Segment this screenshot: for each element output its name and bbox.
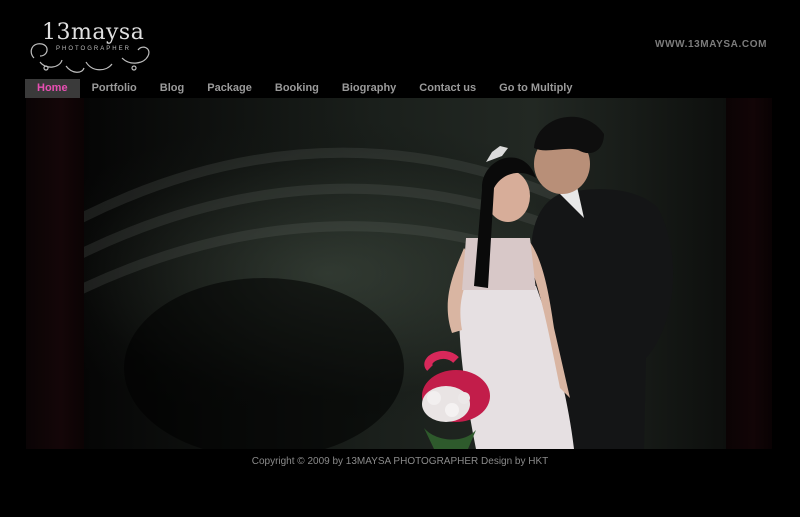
main-nav: Home Portfolio Blog Package Booking Biog…: [25, 79, 583, 98]
site-logo[interactable]: 13maysa PHOTOGRAPHER: [26, 18, 156, 76]
logo-tagline: PHOTOGRAPHER: [56, 46, 131, 52]
nav-item-biography[interactable]: Biography: [331, 79, 407, 98]
hero-photo: [84, 98, 726, 449]
hero-side-right: [726, 98, 772, 449]
nav-item-home[interactable]: Home: [25, 79, 80, 98]
site-url[interactable]: WWW.13MAYSA.COM: [655, 39, 767, 50]
nav-item-package[interactable]: Package: [196, 79, 263, 98]
hero-side-left: [26, 98, 84, 449]
nav-item-contact-us[interactable]: Contact us: [408, 79, 487, 98]
nav-item-portfolio[interactable]: Portfolio: [81, 79, 148, 98]
footer-copyright: Copyright © 2009 by 13MAYSA PHOTOGRAPHER…: [251, 456, 549, 467]
couple-illustration: [84, 116, 674, 449]
nav-item-blog[interactable]: Blog: [149, 79, 195, 98]
nav-item-go-to-multiply[interactable]: Go to Multiply: [488, 79, 583, 98]
logo-text: 13maysa: [42, 20, 145, 45]
nav-item-booking[interactable]: Booking: [264, 79, 330, 98]
